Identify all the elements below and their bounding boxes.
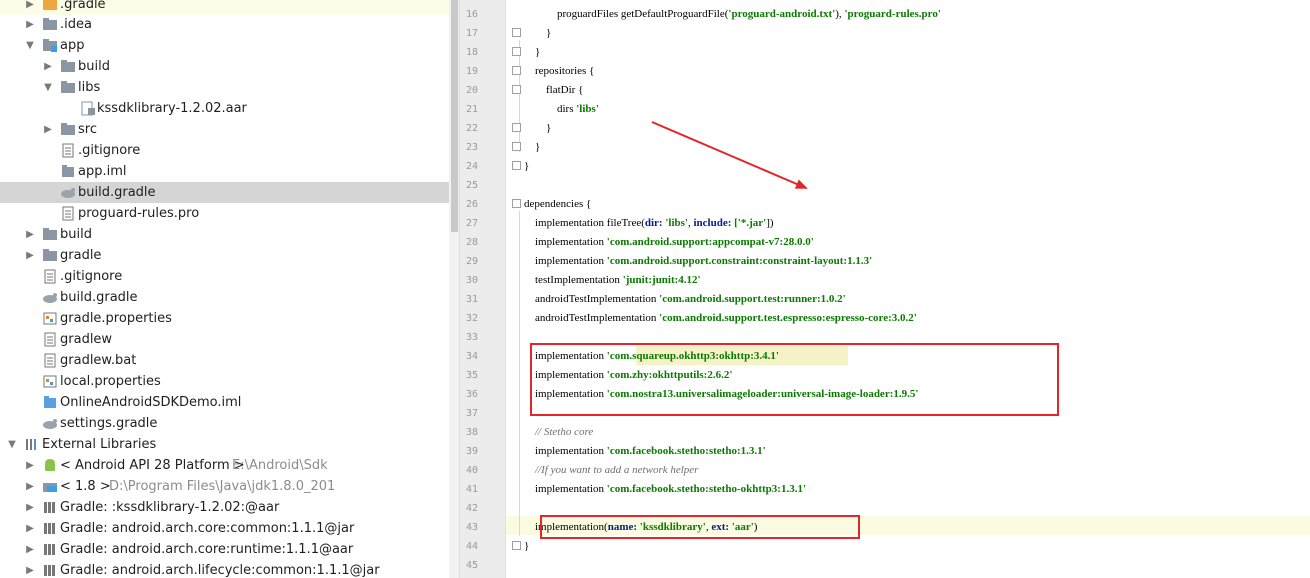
annotation-arrow: [651, 121, 808, 189]
